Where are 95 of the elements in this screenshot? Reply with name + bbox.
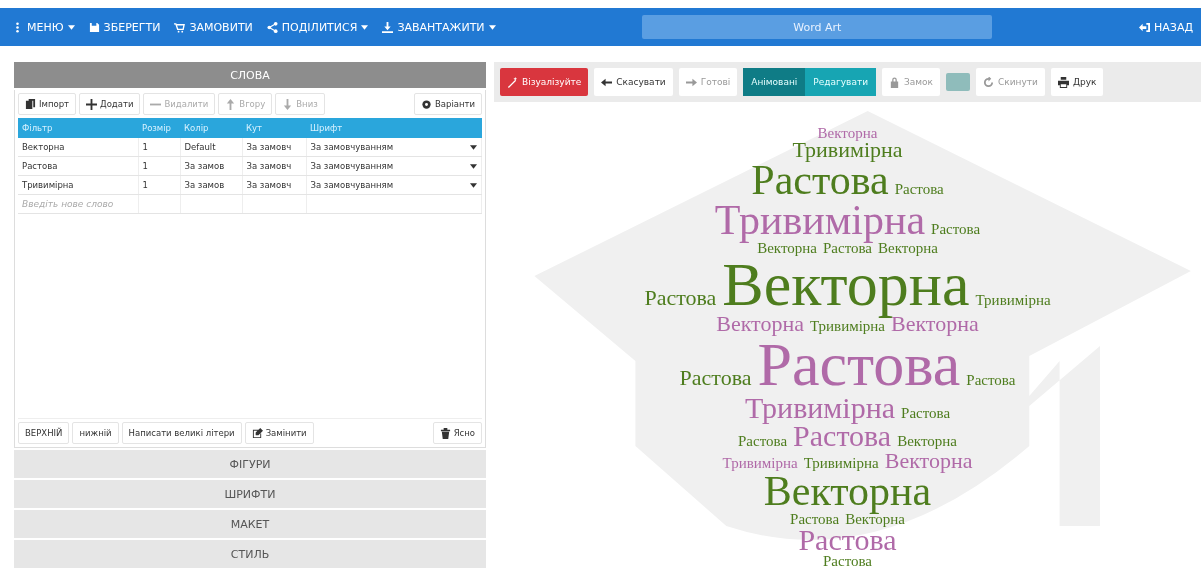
caret-icon: [67, 24, 75, 30]
cloud-word: Растова: [644, 288, 717, 310]
table-cell: За замовч: [242, 156, 306, 176]
column-header[interactable]: Колір: [180, 118, 242, 138]
refresh-icon: [983, 76, 995, 88]
cloud-word: Растова: [931, 222, 981, 237]
nav-menu[interactable]: ЗАВАНТАЖИТИ: [382, 20, 496, 34]
toolbar-button[interactable]: Додати: [79, 93, 141, 115]
cloud-word: Векторна: [716, 314, 804, 335]
cloud-word: Тривимірна: [744, 393, 896, 423]
cloud-word: Растова: [894, 182, 944, 197]
mode-toggle[interactable]: Редагувати: [805, 68, 876, 96]
cloud-word: Тривимірна: [722, 455, 798, 471]
table-cell: Векторна: [18, 138, 138, 157]
new-word-field[interactable]: Введіть нове слово: [22, 199, 134, 209]
table-cell: За замовч: [242, 138, 306, 157]
cloud-word: Векторна: [763, 471, 932, 512]
accordion-header[interactable]: СТИЛЬ: [14, 540, 486, 568]
table-cell: 1: [138, 138, 180, 157]
caret-icon: [470, 163, 477, 169]
arrow-left-icon: [601, 76, 613, 88]
table-cell: За замовчуванням: [310, 180, 394, 190]
cloud-word: Растова: [901, 405, 951, 421]
table-cell: За замов: [180, 156, 242, 176]
table-cell: 1: [138, 175, 180, 195]
toolbar-button[interactable]: Візуалізуйте: [500, 68, 589, 96]
accordion-header[interactable]: ФІГУРИ: [14, 450, 486, 478]
case-button[interactable]: нижній: [72, 422, 119, 444]
documents-icon: [25, 98, 36, 110]
toolbar-button[interactable]: Скасувати: [594, 68, 673, 96]
download-icon: [382, 21, 394, 33]
cloud-word: Векторна: [757, 240, 817, 256]
table-cell: За замов: [180, 175, 242, 195]
accordion-header[interactable]: СЛОВА: [14, 62, 486, 88]
table-cell: Тривимірна: [18, 175, 138, 195]
table-cell: Растова: [18, 156, 138, 176]
toolbar-button[interactable]: Друк: [1050, 68, 1104, 96]
mode-toggle[interactable]: Анімовані: [743, 68, 806, 96]
case-button[interactable]: Написати великі літери: [121, 422, 242, 444]
settings-icon: [420, 98, 432, 110]
case-button[interactable]: Замінити: [244, 422, 314, 444]
cloud-word: Тривимірна: [803, 455, 879, 471]
caret-icon: [470, 144, 477, 150]
cloud-word: Векторна: [897, 434, 957, 449]
column-header[interactable]: Розмір: [138, 118, 180, 138]
table-cell: За замовчуванням: [310, 161, 394, 171]
cloud-word: Растова: [966, 372, 1016, 388]
table-cell: 1: [138, 156, 180, 176]
caret-icon: [488, 24, 496, 30]
title-field[interactable]: Word Art: [642, 15, 993, 39]
magic-wand-icon: [507, 76, 518, 88]
cloud-word: Векторна: [891, 314, 979, 335]
nav-menu[interactable]: ПОДІЛИТИСЯ: [266, 20, 369, 34]
clear-button[interactable]: Ясно: [432, 422, 482, 444]
sign-out-icon: [1139, 21, 1151, 33]
printer-icon: [1057, 76, 1069, 88]
column-header[interactable]: Шрифт: [306, 118, 482, 138]
arrow-right-icon: [685, 76, 697, 88]
cloud-word: Растова: [679, 367, 752, 389]
cloud-word: Векторна: [878, 240, 938, 256]
options-button[interactable]: Варіанти: [413, 93, 482, 115]
share-icon: [266, 21, 278, 33]
toolbar-button[interactable]: Імпорт: [18, 93, 77, 115]
column-header[interactable]: Кут: [242, 118, 306, 138]
cloud-word: Тривимірна: [792, 140, 903, 162]
color-swatch[interactable]: [946, 73, 971, 91]
cart-icon: [174, 21, 186, 33]
cloud-word: Растова: [738, 434, 788, 449]
cloud-word: Тривимірна: [809, 319, 886, 334]
nav-menu[interactable]: ЗБЕРЕГТИ: [88, 20, 161, 34]
cloud-word: Растова: [751, 161, 889, 202]
arrow-up-icon: [225, 98, 237, 110]
caret-icon: [470, 182, 477, 188]
table-cell: За замовч: [242, 175, 306, 195]
plus-icon: [86, 98, 98, 110]
trash-icon: [439, 427, 451, 439]
caret-icon: [361, 24, 369, 30]
case-button[interactable]: ВЕРХНІЙ: [18, 422, 70, 444]
arrow-down-icon: [282, 98, 294, 110]
back-link[interactable]: НАЗАД: [1139, 20, 1193, 34]
cloud-word: Тривимірна: [975, 293, 1051, 308]
cloud-word: Тривимірна: [714, 201, 926, 241]
cloud-word: Векторна: [884, 450, 973, 472]
cloud-word: Векторна: [817, 126, 878, 141]
table-cell: Default: [180, 138, 242, 157]
table-cell: За замовчуванням: [310, 142, 394, 152]
nav-menu[interactable]: МЕНЮ: [12, 20, 75, 34]
cloud-word: Растова: [822, 554, 873, 569]
lock-icon: [889, 76, 900, 88]
edit-icon: [251, 427, 263, 439]
nav-menu[interactable]: ЗАМОВИТИ: [174, 20, 253, 34]
column-header[interactable]: Фільтр: [18, 118, 138, 138]
cloud-word: Растова: [790, 511, 840, 526]
accordion-header[interactable]: МАКЕТ: [14, 510, 486, 538]
accordion-header[interactable]: ШРИФТИ: [14, 480, 486, 508]
